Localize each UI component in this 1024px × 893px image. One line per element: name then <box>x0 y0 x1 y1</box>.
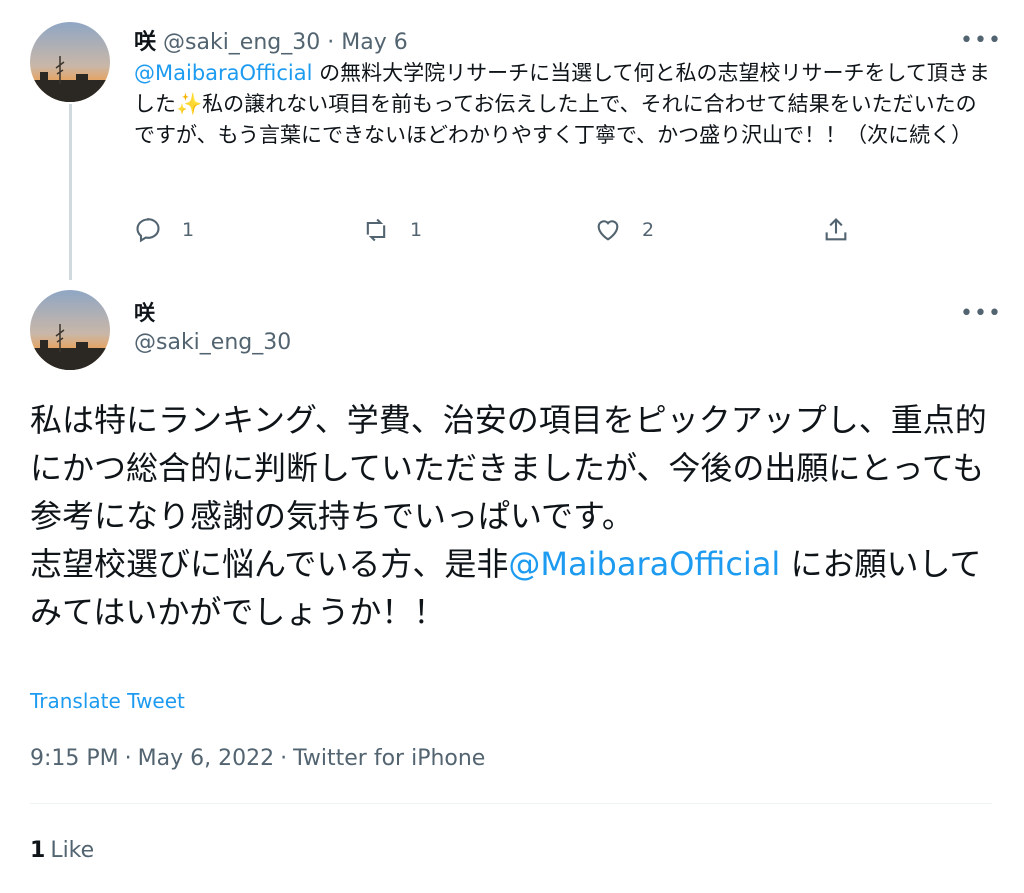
reply-icon <box>136 218 160 243</box>
thread-connector <box>69 104 72 280</box>
separator-dot: · <box>327 30 342 55</box>
tweet-text: 私は特にランキング、学費、治安の項目をピックアップし、重点的にかつ総合的に判断し… <box>30 396 1000 636</box>
separator-dot: · <box>124 746 132 771</box>
heart-icon <box>597 220 619 241</box>
more-icon[interactable]: ••• <box>960 303 1002 325</box>
tweet-text-part: 私は特にランキング、学費、治安の項目をピックアップし、重点的にかつ総合的に判断し… <box>30 401 987 535</box>
tweet-header: 咲 @saki_eng_30 · May 6 <box>134 24 408 56</box>
avatar[interactable] <box>30 290 110 370</box>
retweet-icon <box>366 218 386 242</box>
likes-link[interactable]: 1 Like <box>30 838 94 863</box>
display-name[interactable]: 咲 <box>134 30 156 55</box>
avatar-image <box>30 290 110 370</box>
avatar[interactable] <box>30 22 110 102</box>
mention-link[interactable]: @MaibaraOfficial <box>134 61 312 85</box>
reply-count: 1 <box>182 219 195 241</box>
avatar-image <box>30 22 110 102</box>
retweet-count: 1 <box>410 219 423 241</box>
handle[interactable]: @saki_eng_30 <box>163 30 320 55</box>
tweet-time[interactable]: 9:15 PM <box>30 746 119 771</box>
handle[interactable]: @saki_eng_30 <box>134 330 291 355</box>
tweet-text: @MaibaraOfficial の無料大学院リサーチに当選して何と私の志望校リ… <box>134 58 994 151</box>
translate-tweet-link[interactable]: Translate Tweet <box>30 689 185 713</box>
likes-count: 1 <box>30 838 46 863</box>
divider <box>30 803 992 804</box>
tweet-full-date[interactable]: May 6, 2022 <box>138 746 274 771</box>
reply-button[interactable]: 1 <box>134 216 194 244</box>
mention-link[interactable]: @MaibaraOfficial <box>508 545 780 583</box>
tweet-source[interactable]: Twitter for iPhone <box>293 746 485 771</box>
likes-label: Like <box>50 838 95 863</box>
share-button[interactable] <box>822 216 850 244</box>
like-count: 2 <box>642 219 655 241</box>
like-button[interactable]: 2 <box>594 216 654 244</box>
tweet-timestamp: 9:15 PM · May 6, 2022 · Twitter for iPhone <box>30 746 485 771</box>
tweet-text-part: 志望校選びに悩んでいる方、是非 <box>30 545 509 583</box>
more-icon[interactable]: ••• <box>960 30 1002 52</box>
share-icon <box>825 218 847 241</box>
retweet-button[interactable]: 1 <box>362 216 422 244</box>
display-name[interactable]: 咲 <box>134 297 155 327</box>
separator-dot: · <box>280 746 288 771</box>
tweet-date[interactable]: May 6 <box>341 30 407 55</box>
